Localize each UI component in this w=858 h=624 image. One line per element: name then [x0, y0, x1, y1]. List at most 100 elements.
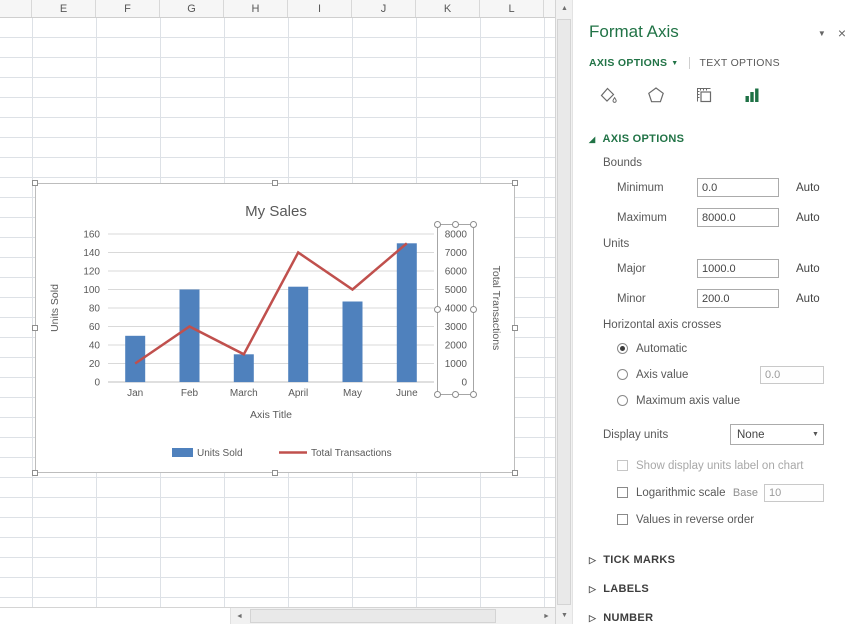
right-axis-tick[interactable]: 4000: [445, 304, 468, 315]
fill-icon[interactable]: [595, 83, 621, 107]
selection-handle[interactable]: [471, 392, 477, 398]
x-axis-label[interactable]: Jan: [127, 388, 143, 399]
right-axis-title[interactable]: Total Transactions: [490, 266, 502, 351]
minimum-auto-button[interactable]: Auto: [796, 182, 820, 194]
chart-resize-handle[interactable]: [32, 470, 38, 476]
horizontal-scrollbar[interactable]: ◄ ►: [0, 607, 555, 624]
horizontal-scroll-track[interactable]: [248, 608, 538, 624]
radio-maximum-axis-value[interactable]: Maximum axis value: [617, 392, 824, 409]
bounds-label: Bounds: [603, 157, 824, 169]
bar-april[interactable]: [288, 287, 308, 382]
chart-resize-handle[interactable]: [272, 180, 278, 186]
section-number[interactable]: ▷ NUMBER: [589, 612, 824, 624]
legend-swatch-bar[interactable]: [172, 448, 193, 457]
sales-chart[interactable]: My Sales 0 20 40 60 80 100 120 140 160 0 1000 2000 30…: [36, 184, 514, 472]
chart-resize-handle[interactable]: [32, 180, 38, 186]
major-input[interactable]: [697, 259, 779, 278]
left-axis-tick[interactable]: 80: [89, 304, 101, 315]
left-axis-tick[interactable]: 140: [83, 248, 100, 259]
minimum-input[interactable]: [697, 178, 779, 197]
minor-input[interactable]: [697, 289, 779, 308]
horizontal-scroll-thumb[interactable]: [250, 609, 496, 623]
chart-resize-handle[interactable]: [272, 470, 278, 476]
major-auto-button[interactable]: Auto: [796, 263, 820, 275]
column-header-E[interactable]: E: [32, 0, 96, 17]
right-axis-tick[interactable]: 5000: [445, 285, 468, 296]
section-tick-marks[interactable]: ▷ TICK MARKS: [589, 554, 824, 566]
selection-handle[interactable]: [471, 222, 477, 228]
chart-title[interactable]: My Sales: [245, 203, 307, 220]
right-axis-tick[interactable]: 3000: [445, 322, 468, 333]
selection-handle[interactable]: [453, 392, 459, 398]
scroll-up-button[interactable]: ▲: [556, 0, 573, 17]
chart-resize-handle[interactable]: [512, 325, 518, 331]
right-axis-tick[interactable]: 0: [461, 378, 467, 389]
column-header-K[interactable]: K: [416, 0, 480, 17]
x-axis-label[interactable]: May: [343, 388, 362, 399]
right-axis-tick[interactable]: 2000: [445, 341, 468, 352]
left-axis-tick[interactable]: 20: [89, 359, 101, 370]
section-labels[interactable]: ▷ LABELS: [589, 583, 824, 595]
vertical-scroll-track[interactable]: [556, 17, 572, 607]
scroll-left-button[interactable]: ◄: [231, 608, 248, 624]
radio-automatic[interactable]: Automatic: [617, 340, 824, 357]
left-axis-title[interactable]: Units Sold: [49, 284, 61, 332]
size-properties-icon[interactable]: [691, 83, 717, 107]
x-axis-label[interactable]: April: [288, 388, 308, 399]
left-axis-tick[interactable]: 100: [83, 285, 100, 296]
scroll-right-button[interactable]: ►: [538, 608, 555, 624]
column-header-L[interactable]: L: [480, 0, 544, 17]
column-header-G[interactable]: G: [160, 0, 224, 17]
legend-label-total-transactions[interactable]: Total Transactions: [311, 448, 392, 459]
pane-options-icon[interactable]: ▼: [818, 29, 826, 38]
right-axis-tick[interactable]: 7000: [445, 248, 468, 259]
column-header-I[interactable]: I: [288, 0, 352, 17]
tab-text-options[interactable]: TEXT OPTIONS: [700, 57, 780, 69]
left-axis-tick[interactable]: 0: [94, 378, 100, 389]
x-axis-label[interactable]: June: [396, 388, 418, 399]
maximum-auto-button[interactable]: Auto: [796, 212, 820, 224]
column-header-H[interactable]: H: [224, 0, 288, 17]
chart-resize-handle[interactable]: [32, 325, 38, 331]
left-axis-tick[interactable]: 40: [89, 341, 101, 352]
minor-auto-button[interactable]: Auto: [796, 293, 820, 305]
selection-handle[interactable]: [471, 307, 477, 313]
left-axis-tick[interactable]: 60: [89, 322, 101, 333]
selection-handle[interactable]: [435, 222, 441, 228]
selection-handle[interactable]: [435, 392, 441, 398]
column-header-J[interactable]: J: [352, 0, 416, 17]
logarithmic-scale-checkbox-row[interactable]: Logarithmic scale Base: [617, 484, 824, 501]
display-units-select[interactable]: None ▼: [730, 424, 824, 445]
chart-icon[interactable]: [739, 83, 765, 107]
selection-handle[interactable]: [435, 307, 441, 313]
tab-axis-options[interactable]: AXIS OPTIONS ▼: [589, 57, 679, 69]
legend-label-units-sold[interactable]: Units Sold: [197, 448, 243, 459]
right-axis-tick[interactable]: 6000: [445, 267, 468, 278]
bar-june[interactable]: [397, 243, 417, 382]
bar-march[interactable]: [234, 354, 254, 382]
minimum-label: Minimum: [617, 182, 697, 194]
bar-feb[interactable]: [180, 290, 200, 383]
maximum-input[interactable]: [697, 208, 779, 227]
x-axis-title[interactable]: Axis Title: [250, 409, 292, 421]
column-header-F[interactable]: F: [96, 0, 160, 17]
close-icon[interactable]: ×: [838, 26, 846, 40]
x-axis-label[interactable]: Feb: [181, 388, 199, 399]
left-axis-tick[interactable]: 120: [83, 267, 100, 278]
chart-resize-handle[interactable]: [512, 470, 518, 476]
chart-object[interactable]: My Sales 0 20 40 60 80 100 120 140 160 0 1000 2000 30…: [35, 183, 515, 473]
radio-axis-value[interactable]: Axis value: [617, 366, 824, 383]
effects-icon[interactable]: [643, 83, 669, 107]
vertical-scrollbar[interactable]: ▲ ▼: [555, 0, 572, 624]
bar-may[interactable]: [343, 302, 363, 383]
section-axis-options[interactable]: ◢ AXIS OPTIONS: [589, 133, 824, 145]
right-axis-tick[interactable]: 1000: [445, 359, 468, 370]
x-axis-label[interactable]: March: [230, 388, 258, 399]
left-axis-tick[interactable]: 160: [83, 230, 100, 241]
vertical-scroll-thumb[interactable]: [557, 19, 571, 605]
scroll-down-button[interactable]: ▼: [556, 607, 573, 624]
right-axis-tick[interactable]: 8000: [445, 230, 468, 241]
selection-handle[interactable]: [453, 222, 459, 228]
values-reverse-checkbox-row[interactable]: Values in reverse order: [617, 511, 824, 528]
chart-resize-handle[interactable]: [512, 180, 518, 186]
